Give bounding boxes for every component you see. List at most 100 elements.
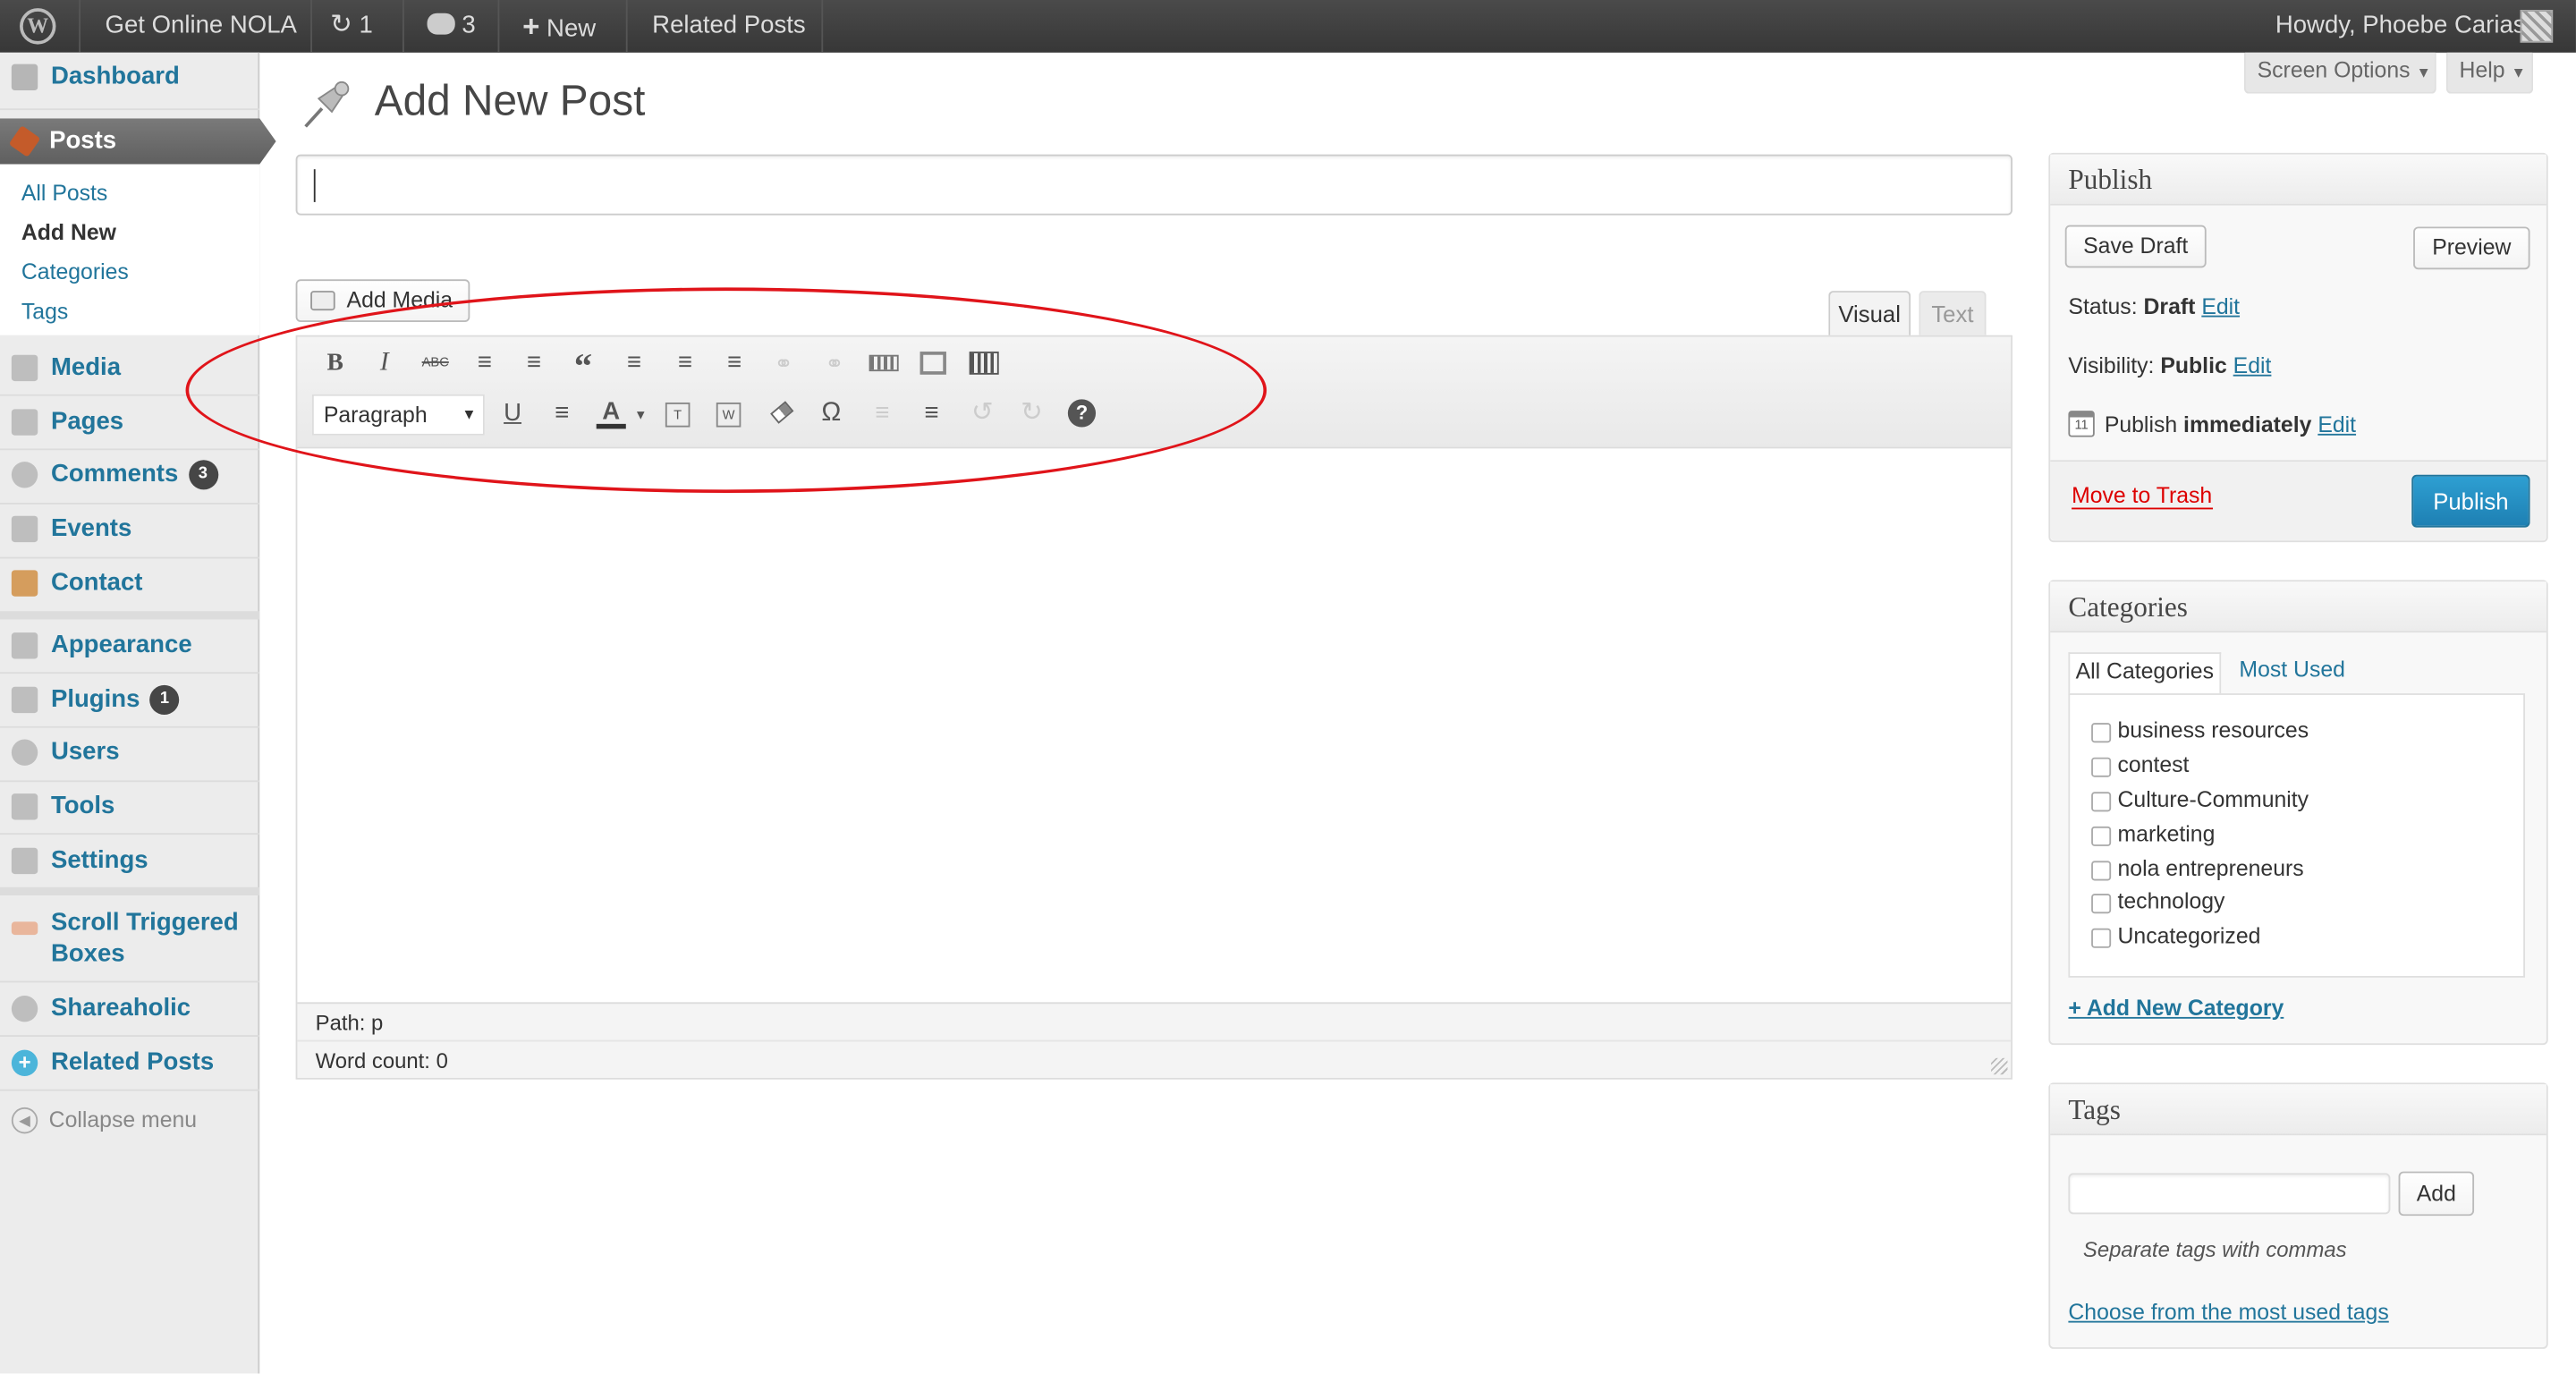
category-checkbox[interactable] xyxy=(2091,723,2112,743)
avatar[interactable] xyxy=(2520,10,2554,43)
new-label: New xyxy=(547,14,597,43)
shareaholic-icon xyxy=(11,996,38,1022)
howdy-text: Howdy, Phoebe Carias xyxy=(2275,11,2526,40)
tags-box-heading: Tags xyxy=(2050,1084,2546,1136)
wordpress-logo-icon[interactable]: W xyxy=(20,0,65,53)
menu-label: Events xyxy=(50,513,132,543)
status-row: Status: Draft Edit xyxy=(2068,293,2241,319)
editor-content-area[interactable] xyxy=(297,448,2012,1003)
menu-contact[interactable]: Contact xyxy=(0,568,259,607)
tab-most-used[interactable]: Most Used xyxy=(2239,657,2345,683)
category-checkbox[interactable] xyxy=(2091,894,2112,914)
site-name-link[interactable]: Get Online NOLA xyxy=(106,0,297,53)
category-checkbox[interactable] xyxy=(2091,928,2112,948)
plug-icon xyxy=(11,686,38,714)
help-button[interactable]: Help ▼ xyxy=(2445,52,2534,94)
media-icon xyxy=(11,354,38,382)
submenu-tags[interactable]: Tags xyxy=(21,299,68,324)
tab-all-categories[interactable]: All Categories xyxy=(2068,652,2222,695)
editor-status-bar: Path: p Word count: 0 xyxy=(297,1002,2012,1078)
tools-icon xyxy=(11,793,38,820)
publish-button[interactable]: Publish xyxy=(2411,474,2530,528)
category-checkbox[interactable] xyxy=(2091,792,2112,812)
home-icon xyxy=(11,64,38,91)
menu-label: Tools xyxy=(50,792,115,820)
text-cursor xyxy=(313,169,316,202)
comments-badge: 3 xyxy=(188,460,218,490)
comment-bubble-icon xyxy=(427,13,455,35)
edit-visibility-link[interactable]: Edit xyxy=(2233,353,2272,378)
collapse-label: Collapse menu xyxy=(48,1107,198,1132)
menu-label: Appearance xyxy=(50,631,192,659)
menu-comments[interactable]: Comments 3 xyxy=(0,460,259,499)
pushpin-icon xyxy=(8,125,41,157)
menu-label: Comments 3 xyxy=(51,460,218,490)
admin-bar: W Get Online NOLA ↻ 1 3 + New Related Po… xyxy=(0,0,2576,53)
plus-icon: + xyxy=(522,10,540,43)
menu-shareaholic[interactable]: Shareaholic xyxy=(0,994,259,1033)
related-posts-link[interactable]: Related Posts xyxy=(652,0,806,53)
edit-status-link[interactable]: Edit xyxy=(2201,294,2240,319)
media-camera-icon xyxy=(310,291,335,311)
submenu-categories[interactable]: Categories xyxy=(21,259,129,284)
annotation-ellipse xyxy=(185,287,1267,494)
menu-label: Media xyxy=(50,352,122,382)
menu-scroll-triggered-boxes[interactable]: Scroll Triggered Boxes xyxy=(0,909,259,981)
category-checkbox[interactable] xyxy=(2091,757,2112,777)
menu-label: Posts xyxy=(49,126,117,155)
category-checkbox[interactable] xyxy=(2091,826,2112,846)
resize-handle-icon[interactable] xyxy=(1991,1057,2008,1075)
save-draft-button[interactable]: Save Draft xyxy=(2064,225,2207,268)
preview-button[interactable]: Preview xyxy=(2413,226,2530,270)
collapse-menu-button[interactable]: ◀ Collapse menu xyxy=(11,1107,271,1137)
menu-label: Dashboard xyxy=(50,62,180,91)
edit-schedule-link[interactable]: Edit xyxy=(2318,412,2356,437)
category-label: marketing xyxy=(2117,821,2216,846)
menu-dashboard[interactable]: Dashboard xyxy=(0,63,259,102)
tag-input[interactable] xyxy=(2068,1173,2391,1215)
screen-options-button[interactable]: Screen Options ▼ xyxy=(2243,52,2436,94)
calendar-icon xyxy=(11,515,38,543)
comments-icon xyxy=(11,462,38,488)
category-label: business resources xyxy=(2117,717,2309,743)
category-label: contest xyxy=(2117,752,2190,777)
tab-text[interactable]: Text xyxy=(1919,291,1987,335)
pushpin-icon xyxy=(299,75,354,131)
menu-label: Related Posts xyxy=(50,1047,215,1077)
menu-label: Settings xyxy=(50,845,148,875)
menu-settings[interactable]: Settings xyxy=(0,846,259,886)
updates-count: 1 xyxy=(359,11,373,40)
schedule-row: Publish immediately Edit xyxy=(2104,412,2357,437)
add-tag-button[interactable]: Add xyxy=(2398,1171,2475,1217)
new-content-link[interactable]: + New xyxy=(522,0,596,53)
scroll-box-icon xyxy=(11,921,38,936)
menu-events[interactable]: Events xyxy=(0,514,259,554)
menu-related-posts[interactable]: + Related Posts xyxy=(0,1048,259,1088)
publish-box-heading: Publish xyxy=(2050,154,2546,206)
menu-label: Plugins 1 xyxy=(51,684,180,715)
comments-link[interactable]: 3 xyxy=(427,0,476,53)
word-count: Word count: 0 xyxy=(315,1047,448,1073)
howdy-user-link[interactable]: Howdy, Phoebe Carias xyxy=(2275,0,2526,53)
choose-most-used-tags-link[interactable]: Choose from the most used tags xyxy=(2068,1300,2388,1325)
category-checkbox[interactable] xyxy=(2091,861,2112,881)
menu-appearance[interactable]: Appearance xyxy=(0,631,259,670)
categories-box-heading: Categories xyxy=(2050,581,2546,633)
category-label: Culture-Community xyxy=(2117,786,2309,812)
menu-label: Contact xyxy=(50,568,143,597)
menu-posts[interactable]: Posts xyxy=(0,118,276,165)
menu-tools[interactable]: Tools xyxy=(0,792,259,831)
menu-plugins[interactable]: Plugins 1 xyxy=(0,684,259,725)
menu-users[interactable]: Users xyxy=(0,738,259,777)
comments-count: 3 xyxy=(462,11,476,40)
updates-link[interactable]: ↻ 1 xyxy=(330,0,373,53)
wp-admin-screen: W Get Online NOLA ↻ 1 3 + New Related Po… xyxy=(0,0,2576,1374)
move-to-trash-link[interactable]: Move to Trash xyxy=(2072,483,2213,510)
submenu-add-new[interactable]: Add New xyxy=(21,220,116,245)
admin-sidebar: Dashboard Posts All Posts Add New Catego… xyxy=(0,52,276,1374)
add-new-category-link[interactable]: + Add New Category xyxy=(2068,996,2284,1021)
users-icon xyxy=(11,739,38,766)
tab-visual[interactable]: Visual xyxy=(1828,291,1911,337)
submenu-all-posts[interactable]: All Posts xyxy=(21,181,107,206)
post-title-input[interactable] xyxy=(295,154,2012,216)
